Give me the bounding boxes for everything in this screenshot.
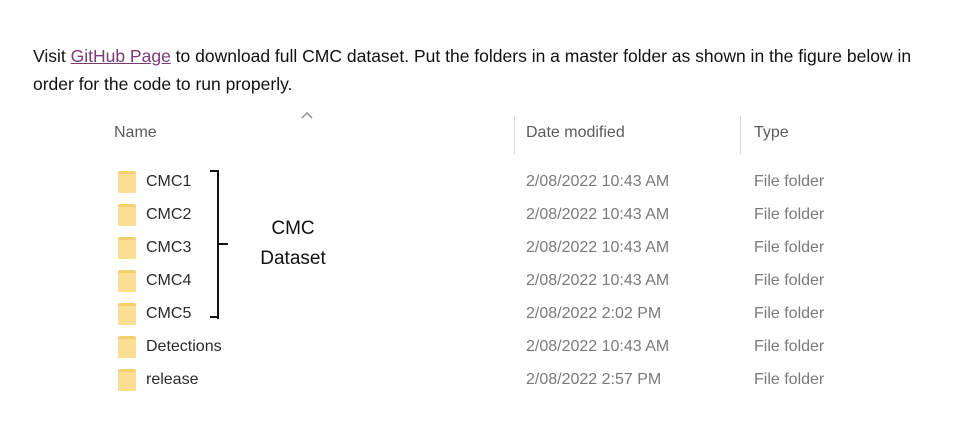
file-type: File folder (754, 371, 825, 388)
folder-icon (118, 303, 136, 325)
file-name: CMC3 (146, 239, 192, 256)
file-date-modified: 2/08/2022 10:43 AM (526, 206, 670, 223)
file-date-modified: 2/08/2022 2:57 PM (526, 371, 662, 388)
file-name: release (146, 371, 199, 388)
file-type: File folder (754, 272, 825, 289)
dataset-annotation-line2: Dataset (260, 248, 326, 269)
dataset-bracket (210, 170, 228, 319)
file-name: CMC4 (146, 272, 192, 289)
github-page-link[interactable]: GitHub Page (71, 46, 171, 66)
instruction-prefix: Visit (33, 46, 71, 66)
folder-icon (118, 369, 136, 391)
file-date-modified: 2/08/2022 2:02 PM (526, 305, 662, 322)
column-header-date-modified[interactable]: Date modified (526, 124, 625, 142)
column-header-name[interactable]: Name (114, 124, 157, 142)
column-divider[interactable] (514, 116, 515, 154)
instruction-paragraph: Visit GitHub Page to download full CMC d… (33, 42, 933, 98)
column-divider[interactable] (740, 116, 741, 154)
file-type: File folder (754, 305, 825, 322)
dataset-annotation-line1: CMC (271, 218, 315, 239)
file-date-modified: 2/08/2022 10:43 AM (526, 173, 670, 190)
file-date-modified: 2/08/2022 10:43 AM (526, 272, 670, 289)
file-row-detections[interactable]: Detections 2/08/2022 10:43 AM File folde… (100, 331, 880, 364)
dataset-annotation-label: CMC Dataset (248, 214, 338, 274)
file-type: File folder (754, 206, 825, 223)
folder-icon (118, 270, 136, 292)
folder-icon (118, 336, 136, 358)
file-type: File folder (754, 239, 825, 256)
folder-icon (118, 237, 136, 259)
file-name: Detections (146, 338, 222, 355)
column-header-type[interactable]: Type (754, 124, 789, 142)
file-date-modified: 2/08/2022 10:43 AM (526, 239, 670, 256)
folder-icon (118, 171, 136, 193)
folder-icon (118, 204, 136, 226)
file-name: CMC1 (146, 173, 192, 190)
file-row-release[interactable]: release 2/08/2022 2:57 PM File folder (100, 364, 880, 397)
file-date-modified: 2/08/2022 10:43 AM (526, 338, 670, 355)
file-name: CMC2 (146, 206, 192, 223)
sort-ascending-caret-icon (301, 112, 313, 119)
file-type: File folder (754, 173, 825, 190)
file-name: CMC5 (146, 305, 192, 322)
file-type: File folder (754, 338, 825, 355)
